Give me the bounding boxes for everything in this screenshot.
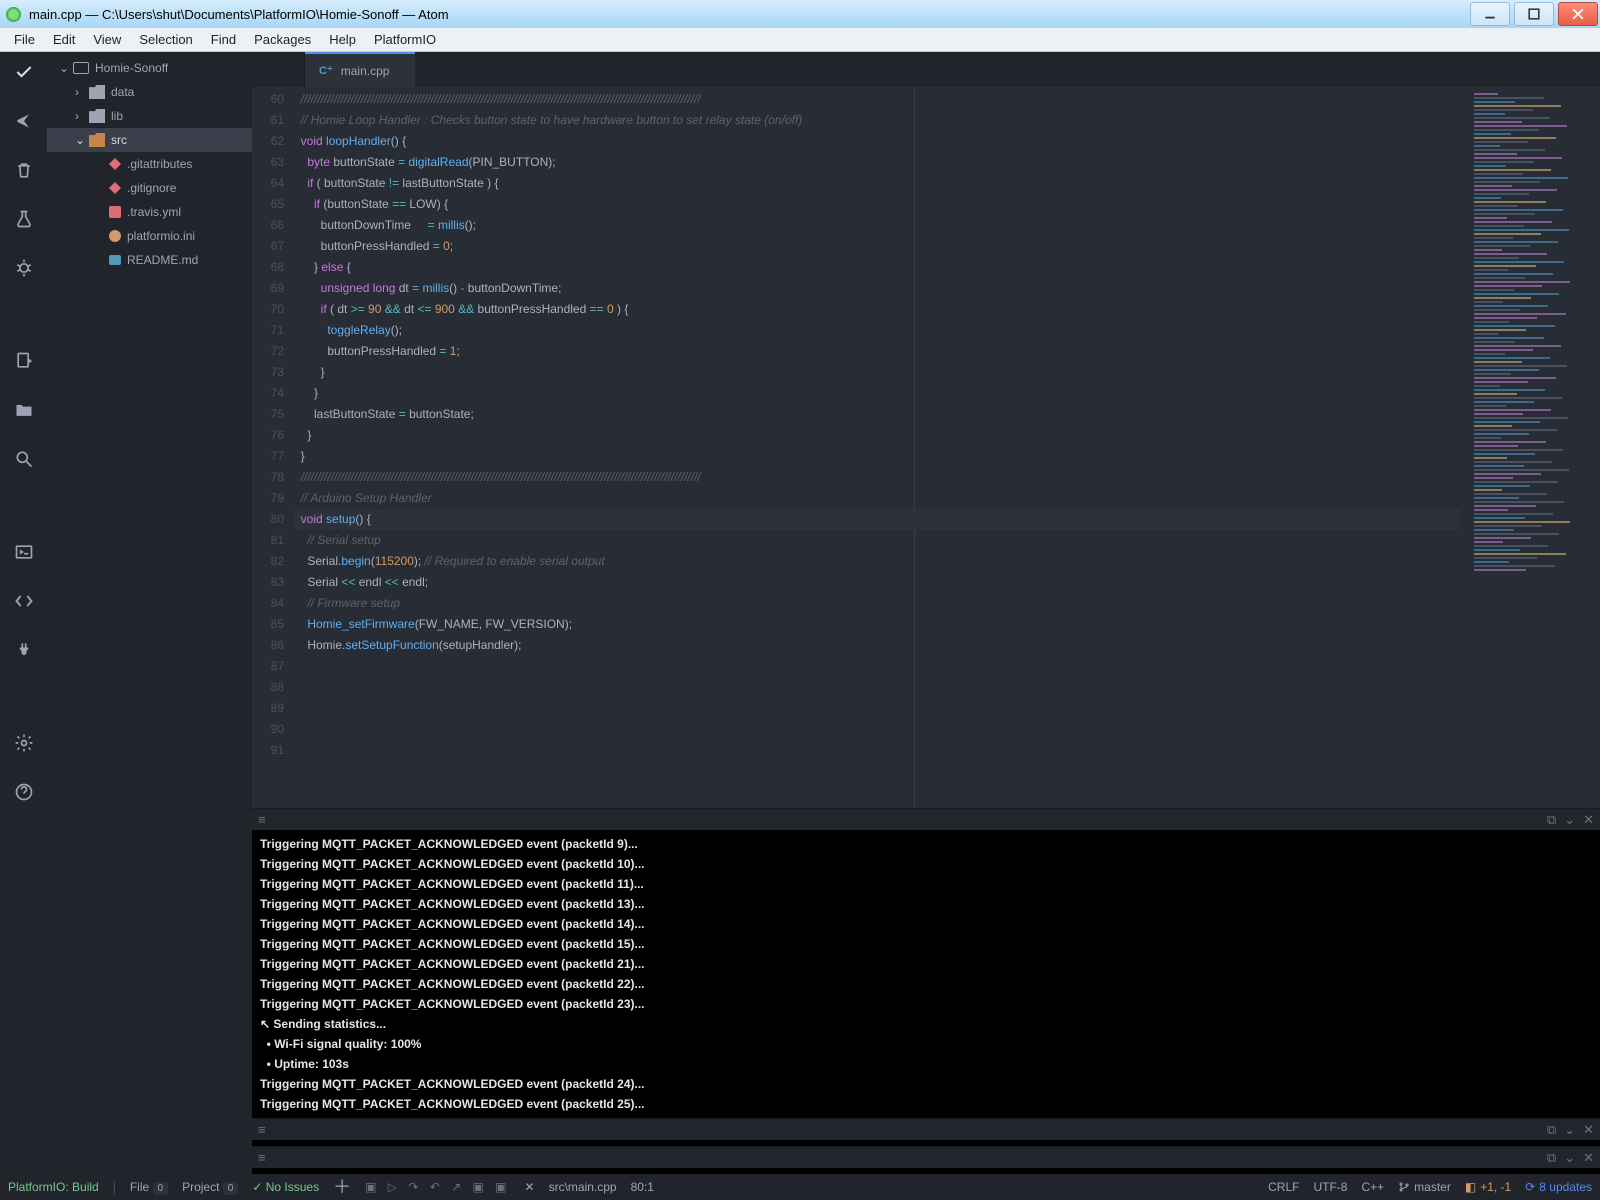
- window-maximize-button[interactable]: [1514, 2, 1554, 26]
- menu-bar: FileEditViewSelectionFindPackagesHelpPla…: [0, 28, 1600, 52]
- serial-monitor-icon[interactable]: [14, 591, 34, 614]
- code-area[interactable]: ////////////////////////////////////////…: [294, 87, 1470, 808]
- status-git-diff[interactable]: ◧ +1, -1: [1465, 1180, 1511, 1194]
- tree-item-lib[interactable]: ›lib: [47, 104, 252, 128]
- tree-root[interactable]: ⌄Homie-Sonoff: [47, 56, 252, 80]
- panel-collapse-icon[interactable]: ⌄: [1564, 810, 1575, 830]
- status-cursor-pos[interactable]: 80:1: [631, 1180, 654, 1194]
- panel-collapse-icon[interactable]: ⌄: [1564, 1148, 1575, 1168]
- file-tree: ⌄Homie-Sonoff ›data›lib⌄src.gitattribute…: [47, 52, 252, 1174]
- status-issues[interactable]: ✓ No Issues: [252, 1180, 319, 1194]
- menu-file[interactable]: File: [5, 32, 44, 47]
- extra-panel-1: ≡ ⧉ ⌄ ✕: [252, 1118, 1600, 1146]
- terminal-panel: ≡ ⧉ ⌄ ✕ Triggering MQTT_PACKET_ACKNOWLED…: [252, 808, 1600, 1118]
- minimap[interactable]: [1470, 87, 1600, 808]
- upload-arrow-icon[interactable]: [14, 111, 34, 134]
- tree-item-data[interactable]: ›data: [47, 80, 252, 104]
- menu-view[interactable]: View: [84, 32, 130, 47]
- tab-bar: C⁺ main.cpp: [252, 52, 1600, 87]
- tree-item--gitignore[interactable]: .gitignore: [47, 176, 252, 200]
- editor-tab-main[interactable]: C⁺ main.cpp: [305, 52, 415, 87]
- status-file[interactable]: File 0: [130, 1180, 168, 1194]
- plug-icon[interactable]: [14, 640, 34, 663]
- search-icon[interactable]: [14, 449, 34, 472]
- panel-menu-icon[interactable]: ≡: [258, 1148, 265, 1168]
- panel-collapse-icon[interactable]: ⌄: [1564, 1120, 1575, 1140]
- code-editor[interactable]: 6061626364656667686970717273747576777879…: [252, 87, 1600, 808]
- window-titlebar: main.cpp — C:\Users\shut\Documents\Platf…: [0, 0, 1600, 28]
- menu-find[interactable]: Find: [202, 32, 245, 47]
- terminal-output[interactable]: Triggering MQTT_PACKET_ACKNOWLEDGED even…: [252, 830, 1600, 1118]
- trash-icon[interactable]: [14, 160, 34, 183]
- window-minimize-button[interactable]: [1470, 2, 1510, 26]
- tree-item--travis-yml[interactable]: .travis.yml: [47, 200, 252, 224]
- status-eol[interactable]: CRLF: [1268, 1180, 1299, 1194]
- status-project[interactable]: Project 0: [182, 1180, 238, 1194]
- menu-platformio[interactable]: PlatformIO: [365, 32, 445, 47]
- extra-panel-2: ≡ ⧉ ⌄ ✕: [252, 1146, 1600, 1174]
- panel-popout-icon[interactable]: ⧉: [1547, 1120, 1556, 1140]
- window-close-button[interactable]: [1558, 2, 1598, 26]
- cpp-icon: C⁺: [319, 64, 333, 77]
- window-title: main.cpp — C:\Users\shut\Documents\Platf…: [29, 7, 449, 22]
- debug-close-icon[interactable]: ✕: [525, 1180, 535, 1194]
- status-encoding[interactable]: UTF-8: [1313, 1180, 1347, 1194]
- panel-menu-icon[interactable]: ≡: [258, 810, 265, 830]
- project-name: Homie-Sonoff: [95, 61, 168, 75]
- tree-item-README-md[interactable]: README.md: [47, 248, 252, 272]
- panel-close-icon[interactable]: ✕: [1583, 810, 1594, 830]
- status-bar: PlatformIO: Build | File 0 Project 0 ✓ N…: [0, 1174, 1600, 1200]
- open-folder-icon[interactable]: [14, 400, 34, 423]
- panel-close-icon[interactable]: ✕: [1583, 1120, 1594, 1140]
- tree-item--gitattributes[interactable]: .gitattributes: [47, 152, 252, 176]
- settings-gear-icon[interactable]: [14, 733, 34, 756]
- status-build[interactable]: PlatformIO: Build: [8, 1180, 99, 1194]
- status-path[interactable]: src\main.cpp: [549, 1180, 617, 1194]
- test-beaker-icon[interactable]: [14, 209, 34, 232]
- menu-packages[interactable]: Packages: [245, 32, 320, 47]
- panel-popout-icon[interactable]: ⧉: [1547, 810, 1556, 830]
- atom-icon: [6, 7, 21, 22]
- terminal-icon[interactable]: [14, 542, 34, 565]
- new-file-icon[interactable]: [14, 351, 34, 374]
- menu-selection[interactable]: Selection: [130, 32, 201, 47]
- status-language[interactable]: C++: [1361, 1180, 1384, 1194]
- status-git-branch[interactable]: master: [1398, 1180, 1451, 1194]
- line-gutter: 6061626364656667686970717273747576777879…: [252, 87, 294, 808]
- new-terminal-icon[interactable]: ＋: [333, 1173, 351, 1199]
- help-icon[interactable]: [14, 782, 34, 805]
- tree-item-platformio-ini[interactable]: platformio.ini: [47, 224, 252, 248]
- status-updates[interactable]: ⟳ 8 updates: [1525, 1180, 1592, 1194]
- menu-edit[interactable]: Edit: [44, 32, 84, 47]
- build-check-icon[interactable]: [14, 62, 34, 85]
- tree-item-src[interactable]: ⌄src: [47, 128, 252, 152]
- panel-close-icon[interactable]: ✕: [1583, 1148, 1594, 1168]
- panel-menu-icon[interactable]: ≡: [258, 1120, 265, 1140]
- left-toolbar: [0, 52, 47, 1174]
- debug-toolbar[interactable]: ▣ ▷ ↷ ↶ ↗ ▣ ▣: [365, 1180, 510, 1194]
- tab-label: main.cpp: [341, 64, 390, 78]
- debug-bug-icon[interactable]: [14, 258, 34, 281]
- panel-popout-icon[interactable]: ⧉: [1547, 1148, 1556, 1168]
- menu-help[interactable]: Help: [320, 32, 365, 47]
